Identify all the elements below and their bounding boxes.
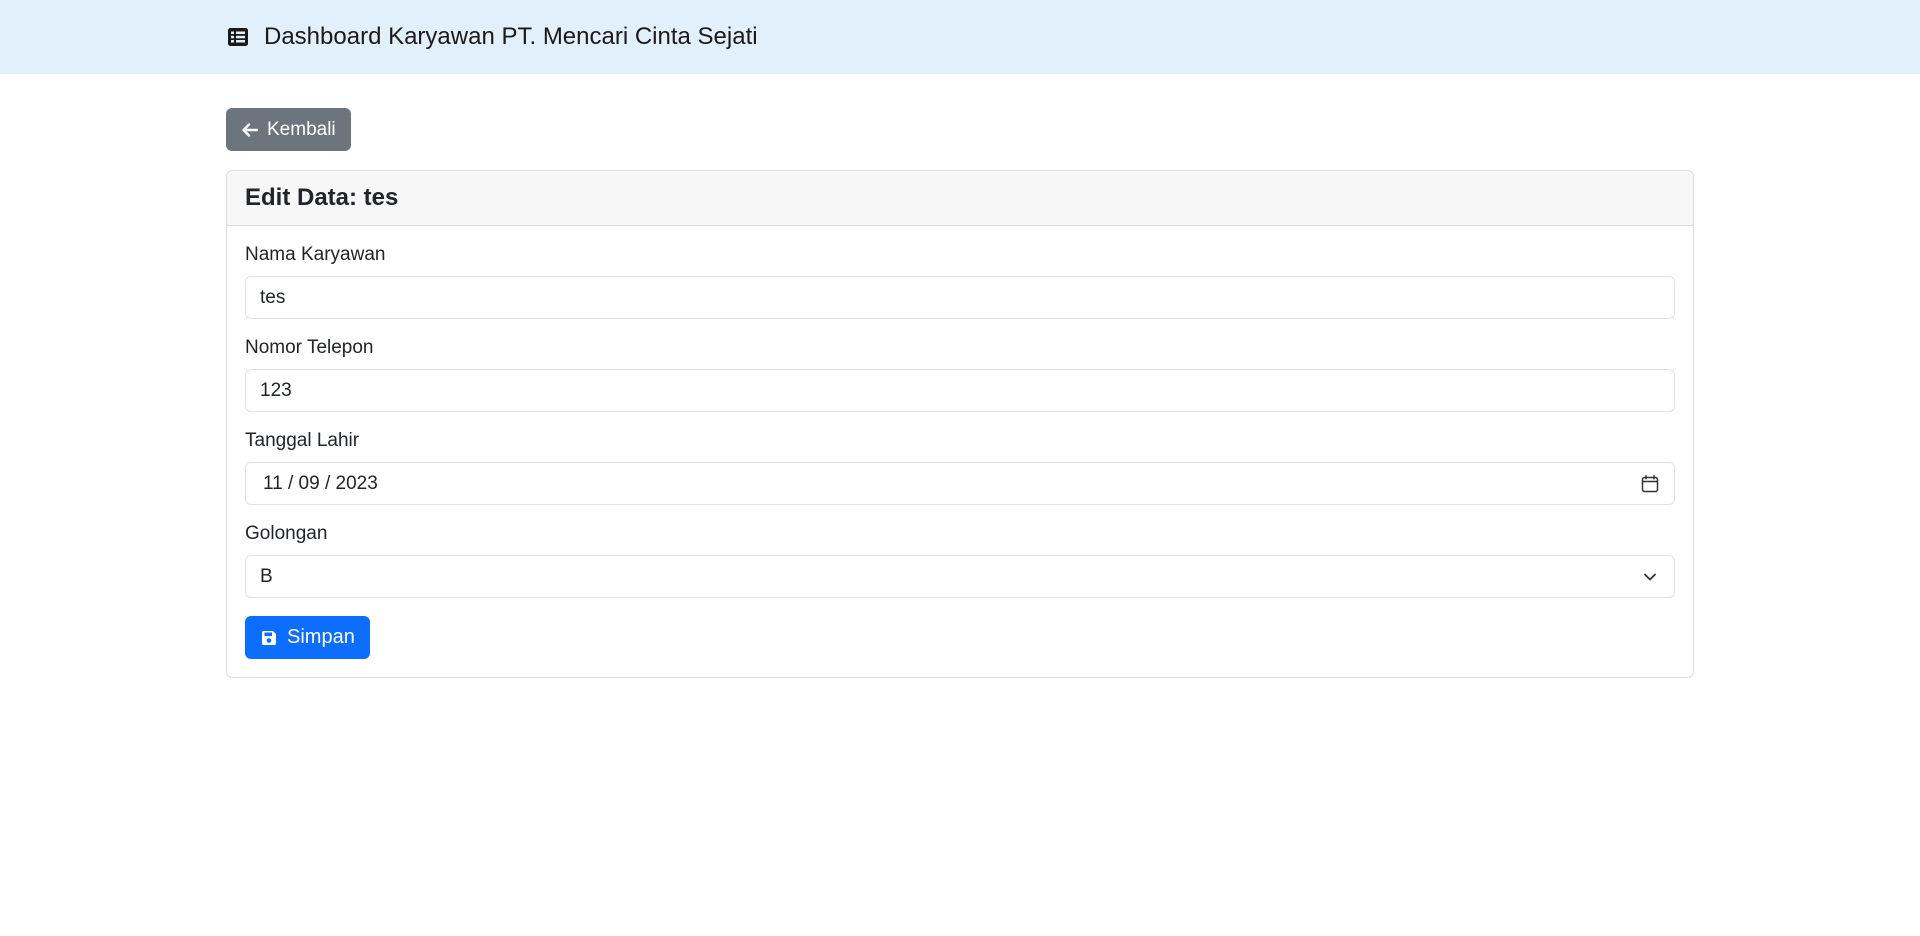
- back-button[interactable]: Kembali: [226, 108, 351, 151]
- edit-form: Nama Karyawan tes Nomor Telepon 123 Tang…: [227, 226, 1693, 677]
- golongan-label: Golongan: [245, 523, 328, 544]
- field-nama-karyawan: Nama Karyawan tes: [245, 244, 1675, 319]
- chevron-down-icon: [1640, 567, 1660, 587]
- nama-karyawan-label: Nama Karyawan: [245, 244, 386, 265]
- tanggal-lahir-value: 11 / 09 / 2023: [263, 472, 378, 494]
- nomor-telepon-input[interactable]: 123: [245, 369, 1675, 412]
- back-button-label: Kembali: [267, 118, 336, 140]
- brand[interactable]: Dashboard Karyawan PT. Mencari Cinta Sej…: [226, 23, 758, 51]
- nama-karyawan-input[interactable]: tes: [245, 276, 1675, 319]
- table-list-icon: [226, 25, 250, 49]
- card-header: Edit Data: tes: [227, 171, 1693, 226]
- field-golongan: Golongan B: [245, 523, 1675, 598]
- calendar-icon[interactable]: [1640, 474, 1660, 494]
- tanggal-lahir-label: Tanggal Lahir: [245, 430, 360, 451]
- golongan-select[interactable]: B: [245, 555, 1675, 598]
- arrow-left-icon: [241, 121, 259, 139]
- main-container: Kembali Edit Data: tes Nama Karyawan tes…: [226, 74, 1694, 678]
- card-title: Edit Data: tes: [245, 184, 399, 211]
- save-button[interactable]: Simpan: [245, 616, 370, 659]
- golongan-value: B: [260, 565, 273, 587]
- field-tanggal-lahir: Tanggal Lahir 11 / 09 / 2023: [245, 430, 1675, 505]
- brand-title: Dashboard Karyawan PT. Mencari Cinta Sej…: [264, 23, 758, 50]
- navbar: Dashboard Karyawan PT. Mencari Cinta Sej…: [0, 0, 1920, 74]
- tanggal-lahir-input[interactable]: 11 / 09 / 2023: [245, 462, 1675, 505]
- field-nomor-telepon: Nomor Telepon 123: [245, 337, 1675, 412]
- save-button-label: Simpan: [287, 626, 355, 648]
- nama-karyawan-value: tes: [260, 286, 286, 308]
- nomor-telepon-value: 123: [260, 379, 292, 401]
- edit-card: Edit Data: tes Nama Karyawan tes Nomor T…: [226, 170, 1694, 678]
- nomor-telepon-label: Nomor Telepon: [245, 337, 374, 358]
- floppy-disk-icon: [260, 629, 278, 647]
